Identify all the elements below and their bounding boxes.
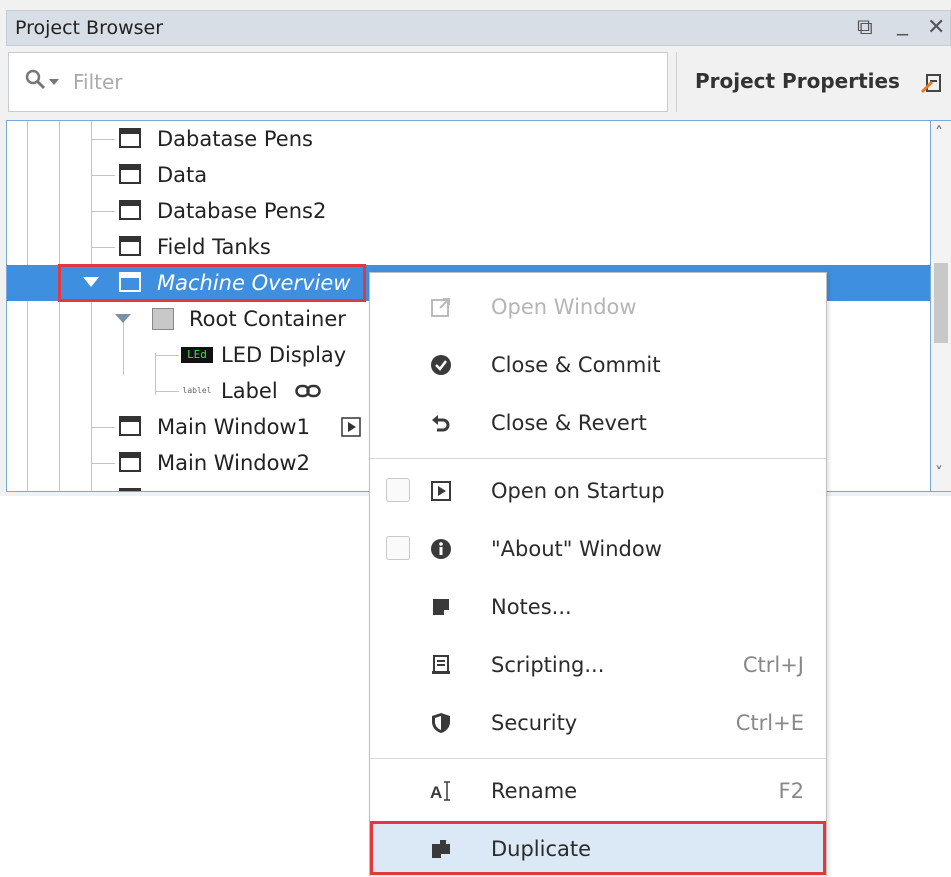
menu-separator bbox=[370, 758, 826, 759]
panel-titlebar: Project Browser ⧉ _ ✕ bbox=[6, 10, 951, 46]
open-window-icon bbox=[431, 298, 450, 317]
tree-item-field-tanks[interactable]: Field Tanks bbox=[7, 229, 930, 265]
tree-item-label: Field Tanks bbox=[157, 235, 271, 259]
tree-item-label: Machine Overview bbox=[157, 271, 351, 295]
tree-scrollbar[interactable]: ˄ ˅ bbox=[931, 120, 951, 492]
project-properties-label: Project Properties bbox=[695, 69, 900, 93]
menu-item-shortcut: F2 bbox=[778, 779, 804, 803]
label-component-icon: lablel bbox=[182, 386, 212, 395]
tree-connector bbox=[91, 211, 115, 212]
close-icon[interactable]: ✕ bbox=[927, 15, 945, 41]
container-icon bbox=[152, 308, 174, 330]
note-icon bbox=[433, 599, 449, 615]
filter-box[interactable] bbox=[8, 52, 668, 112]
scroll-down-icon[interactable]: ˅ bbox=[935, 463, 943, 482]
duplicate-icon bbox=[432, 840, 450, 858]
tree-item-label: Main Window2 bbox=[157, 451, 310, 475]
menu-item-scripting[interactable]: Scripting... Ctrl+J bbox=[370, 637, 826, 693]
tree-item-label: Main Window1 bbox=[157, 415, 310, 439]
tree-connector bbox=[91, 247, 115, 248]
revert-icon bbox=[432, 415, 450, 432]
project-properties-icon bbox=[921, 74, 941, 94]
tree-connector bbox=[91, 463, 115, 464]
menu-item-notes[interactable]: Notes... bbox=[370, 579, 826, 635]
tree-connector bbox=[91, 427, 115, 428]
menu-item-shortcut: Ctrl+J bbox=[742, 653, 804, 677]
tree-item-database-pens2[interactable]: Database Pens2 bbox=[7, 193, 930, 229]
context-menu: Open Window Close & Commit Close & Rever… bbox=[369, 272, 827, 877]
about-window-checkbox[interactable] bbox=[386, 536, 410, 560]
play-box-icon bbox=[431, 481, 451, 501]
menu-item-open-window[interactable]: Open Window bbox=[370, 279, 826, 335]
menu-item-security[interactable]: Security Ctrl+E bbox=[370, 695, 826, 751]
window-icon bbox=[119, 416, 141, 436]
menu-item-label: Open on Startup bbox=[491, 479, 665, 503]
tree-connector bbox=[91, 175, 115, 176]
minimize-icon[interactable]: _ bbox=[897, 11, 908, 37]
script-icon bbox=[432, 655, 450, 674]
menu-item-shortcut: Ctrl+E bbox=[735, 711, 804, 735]
scroll-up-icon[interactable]: ˄ bbox=[935, 123, 943, 142]
menu-item-label: Scripting... bbox=[491, 653, 605, 677]
window-icon bbox=[119, 200, 141, 220]
tree-item-label: LED Display bbox=[221, 343, 347, 367]
menu-item-label: Duplicate bbox=[491, 837, 592, 861]
filter-input[interactable] bbox=[71, 65, 635, 99]
menu-item-about-window[interactable]: "About" Window bbox=[370, 521, 826, 577]
menu-item-rename[interactable]: A Rename F2 bbox=[370, 763, 826, 819]
menu-item-label: Rename bbox=[491, 779, 578, 803]
window-icon bbox=[119, 236, 141, 256]
window-icon bbox=[119, 272, 141, 292]
info-icon bbox=[431, 539, 451, 559]
tree-item-dabatase-pens[interactable]: Dabatase Pens bbox=[7, 121, 930, 157]
tree-item-label: Root Container bbox=[189, 307, 346, 331]
open-on-startup-checkbox[interactable] bbox=[386, 478, 410, 502]
svg-text:A: A bbox=[430, 783, 442, 802]
menu-separator bbox=[370, 458, 826, 459]
window-icon bbox=[119, 452, 141, 472]
tree-item-label: Dabatase Pens bbox=[157, 127, 313, 151]
chevron-down-icon[interactable] bbox=[49, 79, 59, 87]
tree-connector bbox=[91, 139, 115, 140]
tree-item-label: Label bbox=[221, 379, 278, 403]
menu-item-open-on-startup[interactable]: Open on Startup bbox=[370, 463, 826, 519]
tree-item-label: Data bbox=[157, 163, 208, 187]
startup-play-icon bbox=[341, 417, 361, 437]
scrollbar-thumb[interactable] bbox=[934, 263, 948, 343]
window-icon bbox=[119, 488, 141, 491]
tree-item-label: Database Pens2 bbox=[157, 199, 327, 223]
project-properties-button[interactable]: Project Properties bbox=[676, 52, 951, 112]
search-icon bbox=[25, 69, 46, 90]
restore-icon[interactable]: ⧉ bbox=[857, 15, 873, 41]
menu-item-label: Security bbox=[491, 711, 578, 735]
led-display-icon: LEd bbox=[181, 347, 213, 363]
tree-connector bbox=[155, 391, 179, 392]
link-icon bbox=[295, 384, 321, 398]
menu-item-close-commit[interactable]: Close & Commit bbox=[370, 337, 826, 393]
menu-item-label: Notes... bbox=[491, 595, 572, 619]
shield-icon bbox=[432, 713, 450, 733]
tree-item-data[interactable]: Data bbox=[7, 157, 930, 193]
menu-item-label: Close & Commit bbox=[491, 353, 661, 377]
window-icon bbox=[119, 164, 141, 184]
check-circle-icon bbox=[431, 355, 451, 375]
menu-item-label: Close & Revert bbox=[491, 411, 647, 435]
menu-item-label: Open Window bbox=[491, 295, 637, 319]
expand-arrow-icon[interactable] bbox=[115, 314, 131, 324]
browser-toolbar: Project Properties bbox=[6, 46, 951, 116]
tree-connector bbox=[155, 355, 179, 356]
menu-item-duplicate[interactable]: Duplicate bbox=[370, 821, 826, 877]
menu-item-label: "About" Window bbox=[491, 537, 662, 561]
rename-icon: A bbox=[430, 781, 450, 802]
menu-item-close-revert[interactable]: Close & Revert bbox=[370, 395, 826, 451]
panel-title: Project Browser bbox=[15, 17, 164, 39]
window-icon bbox=[119, 128, 141, 148]
expand-arrow-icon[interactable] bbox=[83, 277, 99, 289]
